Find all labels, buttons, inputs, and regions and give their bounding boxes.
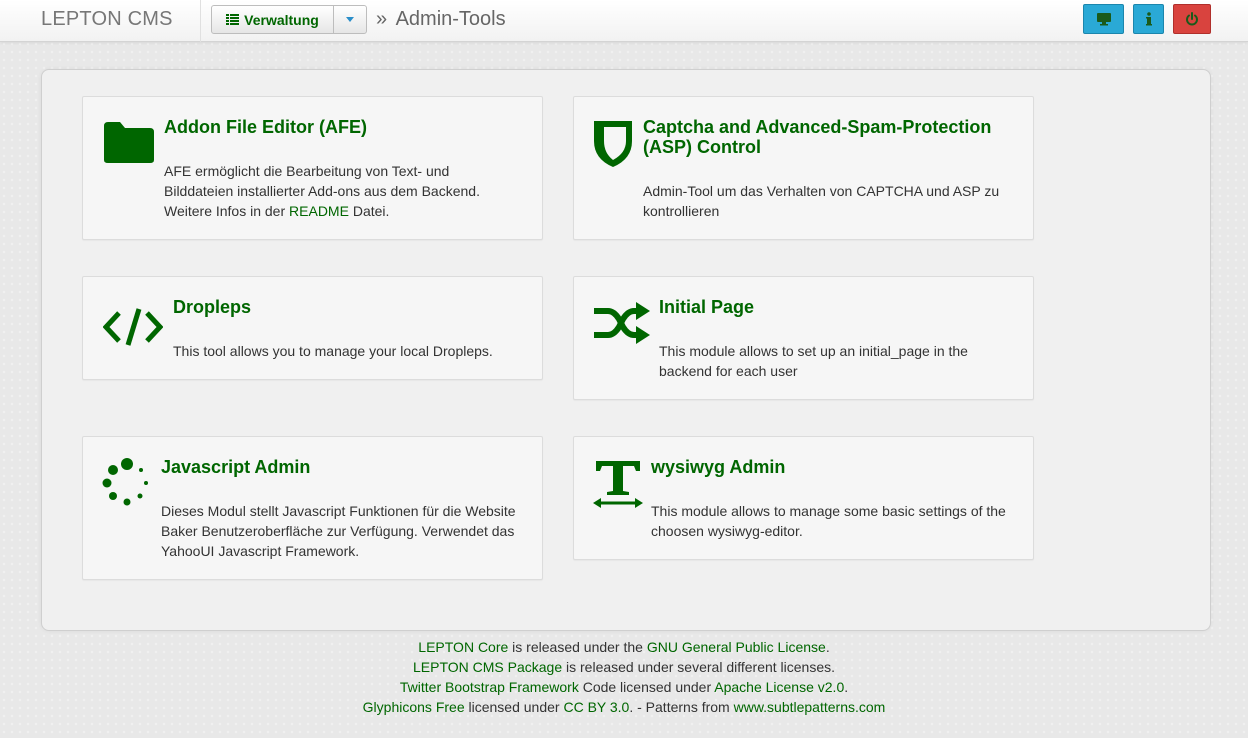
- readme-link[interactable]: README: [289, 203, 349, 219]
- frontend-button[interactable]: [1083, 4, 1124, 34]
- menu-dropdown-toggle[interactable]: [334, 6, 366, 33]
- logout-button[interactable]: [1173, 4, 1211, 34]
- tool-title: Dropleps: [173, 297, 252, 317]
- navbar-divider: [200, 0, 201, 42]
- brand-logo[interactable]: LEPTON CMS: [41, 8, 173, 31]
- folder-icon: [104, 122, 154, 163]
- apache-license-link[interactable]: Apache License v2.0: [714, 679, 844, 695]
- shuffle-icon: [594, 302, 650, 344]
- monitor-icon: [1096, 13, 1111, 26]
- footer-line-2: LEPTON CMS Package is released under sev…: [412, 659, 836, 675]
- top-navbar: LEPTON CMS Verwaltung » Admin-Tools: [0, 0, 1248, 42]
- menu-verwaltung-button[interactable]: Verwaltung: [212, 6, 334, 33]
- tool-card-javascript-admin[interactable]: Javascript Admin Dieses Modul stellt Jav…: [82, 436, 543, 580]
- footer-line-4: Glyphicons Free licensed under CC BY 3.0…: [362, 699, 886, 715]
- tool-title: Initial Page: [659, 297, 755, 317]
- footer: LEPTON Core is released under the GNU Ge…: [0, 637, 1248, 717]
- subtlepatterns-link[interactable]: www.subtlepatterns.com: [734, 699, 886, 715]
- gpl-link[interactable]: GNU General Public License: [647, 639, 826, 655]
- tool-description: This tool allows you to manage your loca…: [173, 343, 493, 359]
- shield-icon: [594, 121, 632, 167]
- info-button[interactable]: [1133, 4, 1164, 34]
- text-width-icon: [593, 461, 643, 508]
- spinner-icon: [102, 458, 148, 506]
- tool-description: Dieses Modul stellt Javascript Funktione…: [161, 503, 516, 559]
- footer-line-1: LEPTON Core is released under the GNU Ge…: [418, 639, 830, 655]
- breadcrumb: » Admin-Tools: [376, 8, 506, 31]
- lepton-package-link[interactable]: LEPTON CMS Package: [413, 659, 562, 675]
- admin-tools-panel: Addon File Editor (AFE) AFE ermöglicht d…: [41, 69, 1211, 631]
- admin-menu-dropdown: Verwaltung: [211, 5, 367, 34]
- tool-description: This module allows to manage some basic …: [651, 503, 1006, 539]
- tool-card-initial-page[interactable]: Initial Page This module allows to set u…: [573, 276, 1034, 400]
- power-icon: [1186, 12, 1198, 26]
- list-icon: [226, 14, 240, 25]
- info-icon: [1145, 12, 1152, 26]
- tool-card-captcha[interactable]: Captcha and Advanced-Spam-Protection (AS…: [573, 96, 1034, 240]
- menu-label: Verwaltung: [244, 11, 319, 28]
- tool-title: Addon File Editor (AFE): [164, 117, 367, 137]
- breadcrumb-current: Admin-Tools: [395, 8, 506, 30]
- footer-line-3: Twitter Bootstrap Framework Code license…: [399, 679, 849, 695]
- lepton-core-link[interactable]: LEPTON Core: [418, 639, 508, 655]
- breadcrumb-separator: »: [376, 8, 388, 30]
- glyphicons-link[interactable]: Glyphicons Free: [363, 699, 465, 715]
- tool-card-afe[interactable]: Addon File Editor (AFE) AFE ermöglicht d…: [82, 96, 543, 240]
- tool-description: Admin-Tool um das Verhalten von CAPTCHA …: [643, 183, 1000, 219]
- tool-title: Captcha and Advanced-Spam-Protection (AS…: [643, 117, 992, 157]
- chevron-down-icon: [346, 17, 354, 22]
- bootstrap-link[interactable]: Twitter Bootstrap Framework: [400, 679, 579, 695]
- tool-card-wysiwyg-admin[interactable]: wysiwyg Admin This module allows to mana…: [573, 436, 1034, 560]
- tool-description: This module allows to set up an initial_…: [659, 343, 968, 379]
- cc-by-link[interactable]: CC BY 3.0: [563, 699, 629, 715]
- tool-description: AFE ermöglicht die Bearbeitung von Text-…: [164, 163, 480, 219]
- tool-title: wysiwyg Admin: [651, 457, 786, 477]
- code-icon: [103, 308, 163, 346]
- tool-card-dropleps[interactable]: Dropleps This tool allows you to manage …: [82, 276, 543, 380]
- tool-title: Javascript Admin: [161, 457, 311, 477]
